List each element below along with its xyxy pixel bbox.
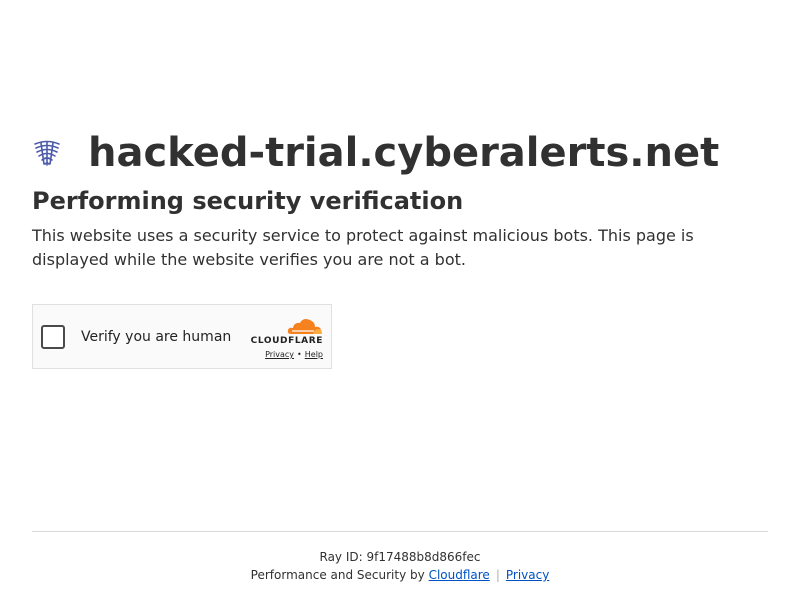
cloudflare-branding: CLOUDFLARE Privacy • Help	[251, 317, 323, 359]
site-domain: hacked-trial.cyberalerts.net	[88, 130, 720, 176]
footer-privacy-link[interactable]: Privacy	[506, 568, 549, 582]
cloudflare-wordmark: CLOUDFLARE	[250, 336, 323, 346]
verify-human-label[interactable]: Verify you are human	[81, 329, 231, 345]
cloudflare-widget-links: Privacy • Help	[265, 350, 323, 359]
footer-credits: Performance and Security by Cloudflare | P…	[0, 567, 800, 583]
verify-human-checkbox[interactable]	[41, 324, 65, 349]
footer-divider	[32, 531, 768, 532]
verification-page: hacked-trial.cyberalerts.net Performing …	[0, 0, 800, 600]
cloudflare-cloud-icon	[287, 319, 322, 334]
widget-help-link[interactable]: Help	[305, 350, 323, 359]
cloudflare-logo: CLOUDFLARE	[251, 317, 323, 347]
page-description: This website uses a security service to …	[32, 226, 694, 269]
site-header: hacked-trial.cyberalerts.net	[32, 128, 719, 178]
ray-id: Ray ID: 9f17488b8d866fec	[319, 550, 481, 564]
widget-link-separator: •	[297, 350, 302, 359]
widget-privacy-link[interactable]: Privacy	[265, 350, 294, 359]
shield-logo-icon	[32, 138, 62, 168]
page-title: Performing security verification	[32, 187, 464, 215]
turnstile-challenge-widget: Verify you are human CLOUDFLARE Privacy •…	[32, 304, 332, 369]
footer-credits-text: Performance and Security by	[250, 568, 425, 582]
footer-separator: |	[495, 568, 500, 582]
footer-cloudflare-link[interactable]: Cloudflare	[429, 568, 490, 582]
